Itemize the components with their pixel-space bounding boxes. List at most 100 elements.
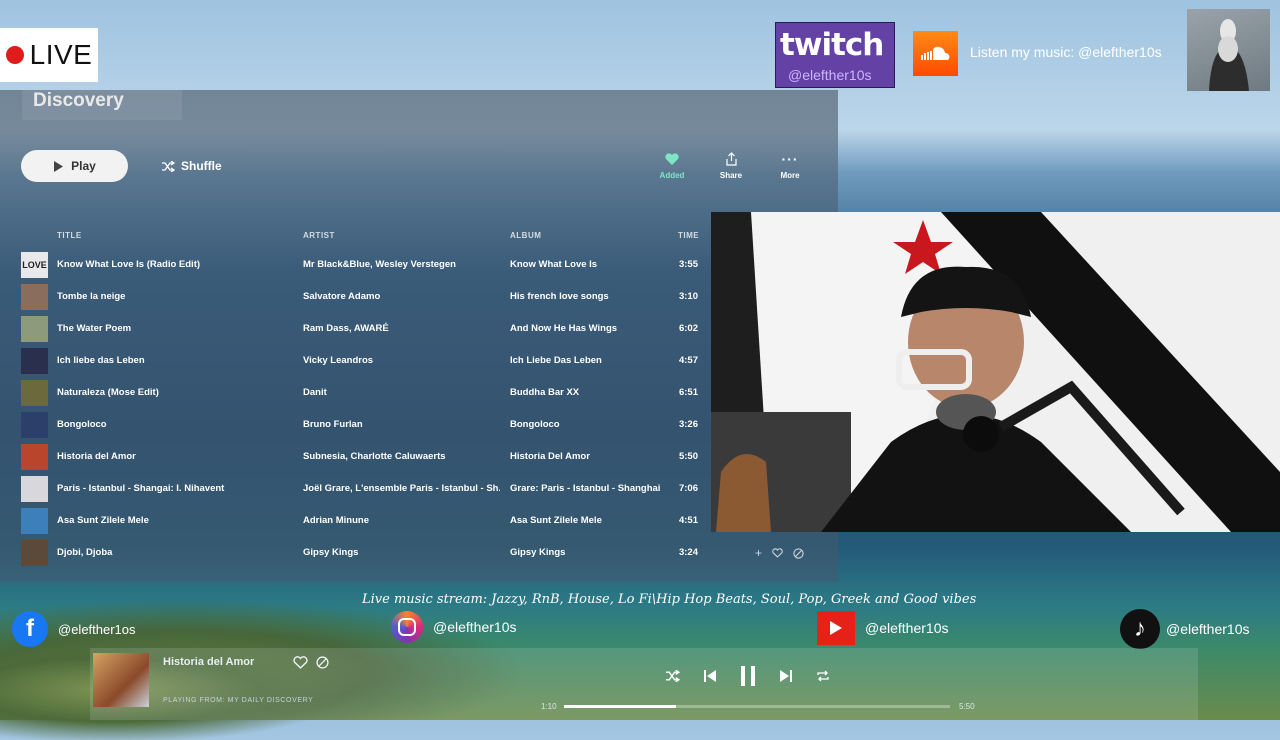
player-bar	[90, 648, 1198, 720]
added-button[interactable]: Added	[642, 150, 702, 180]
shuffle-icon	[162, 160, 175, 172]
track-artist[interactable]: Salvatore Adamo	[303, 281, 500, 313]
track-artwork	[21, 540, 48, 566]
column-header-album[interactable]: ALBUM	[510, 231, 541, 240]
now-playing-artwork[interactable]	[93, 653, 149, 707]
twitch-badge: twitch @elefther10s	[775, 22, 895, 88]
stream-tagline: Live music stream: Jazzy, RnB, House, Lo…	[362, 592, 977, 607]
playing-from-label[interactable]: PLAYING FROM: MY DAILY DISCOVERY	[163, 697, 313, 704]
youtube-link[interactable]: @elefther10s	[817, 611, 948, 645]
track-album[interactable]: Buddha Bar XX	[510, 377, 670, 409]
avatar	[1187, 9, 1270, 91]
track-title[interactable]: Paris - Istanbul - Shangai: I. Nihavent	[57, 473, 297, 505]
repeat-icon[interactable]	[816, 670, 830, 682]
track-time: 3:26	[678, 419, 698, 430]
track-artist[interactable]: Joël Grare, L'ensemble Paris - Istanbul …	[303, 473, 500, 505]
facebook-icon: f	[12, 611, 48, 647]
youtube-handle: @elefther10s	[865, 620, 949, 636]
share-icon	[725, 152, 737, 166]
block-icon[interactable]	[793, 547, 804, 559]
row-actions: +	[755, 545, 815, 561]
track-album[interactable]: His french love songs	[510, 281, 670, 313]
track-album[interactable]: Know What Love Is	[510, 249, 670, 281]
heart-filled-icon	[665, 153, 679, 165]
total-time: 5:50	[959, 702, 975, 711]
tiktok-link[interactable]: ♪ @elefther10s	[1120, 609, 1249, 649]
track-time: 7:06	[678, 483, 698, 494]
track-artist[interactable]: Adrian Minune	[303, 505, 500, 537]
column-header-artist[interactable]: ARTIST	[303, 231, 335, 240]
track-time: 3:24	[678, 547, 698, 558]
track-artist[interactable]: Ram Dass, AWARÉ	[303, 313, 500, 345]
track-artist[interactable]: Bruno Furlan	[303, 409, 500, 441]
live-label: LIVE	[29, 39, 93, 70]
elapsed-time: 1:10	[541, 702, 557, 711]
track-time: 3:55	[678, 259, 698, 270]
more-button[interactable]: ··· More	[760, 150, 820, 180]
youtube-icon	[817, 611, 855, 645]
progress-fill	[564, 705, 676, 708]
track-title[interactable]: Ich liebe das Leben	[57, 345, 297, 377]
track-artist[interactable]: Vicky Leandros	[303, 345, 500, 377]
pause-icon[interactable]	[740, 666, 756, 686]
track-artwork	[21, 348, 48, 374]
track-album[interactable]: Ich Liebe Das Leben	[510, 345, 670, 377]
like-icon[interactable]	[293, 656, 308, 669]
track-title[interactable]: Bongoloco	[57, 409, 297, 441]
soundcloud-icon	[913, 31, 958, 76]
track-artwork	[21, 316, 48, 342]
soundcloud-text: Listen my music: @elefther10s	[970, 44, 1162, 60]
track-title[interactable]: Know What Love Is (Radio Edit)	[57, 249, 297, 281]
track-album[interactable]: And Now He Has Wings	[510, 313, 670, 345]
track-artist[interactable]: Gipsy Kings	[303, 537, 500, 569]
playlist-title: Discovery	[22, 90, 182, 120]
track-artwork	[21, 284, 48, 310]
track-time: 4:57	[678, 355, 698, 366]
track-title[interactable]: Naturaleza (Mose Edit)	[57, 377, 297, 409]
more-dots-icon: ···	[781, 151, 799, 167]
column-header-time[interactable]: TIME	[678, 231, 699, 240]
track-artwork: LOVE	[21, 252, 48, 278]
play-button[interactable]: Play	[21, 150, 128, 182]
now-playing-title[interactable]: Historia del Amor	[163, 656, 254, 668]
track-title[interactable]: Asa Sunt Zilele Mele	[57, 505, 297, 537]
track-album[interactable]: Gipsy Kings	[510, 537, 670, 569]
track-time: 6:51	[678, 387, 698, 398]
twitch-handle: @elefther10s	[788, 67, 872, 83]
dislike-block-icon[interactable]	[316, 656, 329, 669]
column-header-title[interactable]: TITLE	[57, 231, 82, 240]
track-title[interactable]: Historia del Amor	[57, 441, 297, 473]
track-title[interactable]: Djobi, Djoba	[57, 537, 297, 569]
webcam-feed	[711, 212, 1280, 532]
track-artwork	[21, 508, 48, 534]
shuffle-icon[interactable]	[666, 670, 680, 682]
table-row[interactable]: Djobi, Djoba Gipsy Kings Gipsy Kings 3:24	[0, 537, 838, 569]
share-button[interactable]: Share	[701, 150, 761, 180]
track-album[interactable]: Grare: Paris - Istanbul - Shanghai	[510, 473, 670, 505]
previous-icon[interactable]	[704, 670, 716, 682]
play-icon	[54, 160, 64, 172]
add-to-playlist-icon[interactable]: +	[755, 546, 762, 560]
track-album[interactable]: Bongoloco	[510, 409, 670, 441]
track-time: 5:50	[678, 451, 698, 462]
more-label: More	[780, 171, 800, 180]
facebook-link[interactable]: f @elefther1os	[12, 611, 136, 647]
next-icon[interactable]	[780, 670, 792, 682]
instagram-handle: @elefther10s	[433, 619, 517, 635]
live-dot-icon	[5, 46, 24, 64]
play-button-label: Play	[71, 159, 96, 173]
instagram-link[interactable]: @elefther10s	[391, 611, 516, 643]
track-title[interactable]: Tombe la neige	[57, 281, 297, 313]
track-album[interactable]: Historia Del Amor	[510, 441, 670, 473]
shuffle-button[interactable]: Shuffle	[162, 157, 222, 175]
track-album[interactable]: Asa Sunt Zilele Mele	[510, 505, 670, 537]
track-artist[interactable]: Mr Black&Blue, Wesley Verstegen	[303, 249, 500, 281]
heart-outline-icon[interactable]	[772, 548, 783, 558]
track-artist[interactable]: Danit	[303, 377, 500, 409]
shuffle-button-label: Shuffle	[181, 159, 222, 173]
track-artist[interactable]: Subnesia, Charlotte Caluwaerts	[303, 441, 500, 473]
added-label: Added	[659, 171, 685, 180]
track-title[interactable]: The Water Poem	[57, 313, 297, 345]
tiktok-icon: ♪	[1120, 609, 1160, 649]
tiktok-handle: @elefther10s	[1166, 621, 1250, 637]
